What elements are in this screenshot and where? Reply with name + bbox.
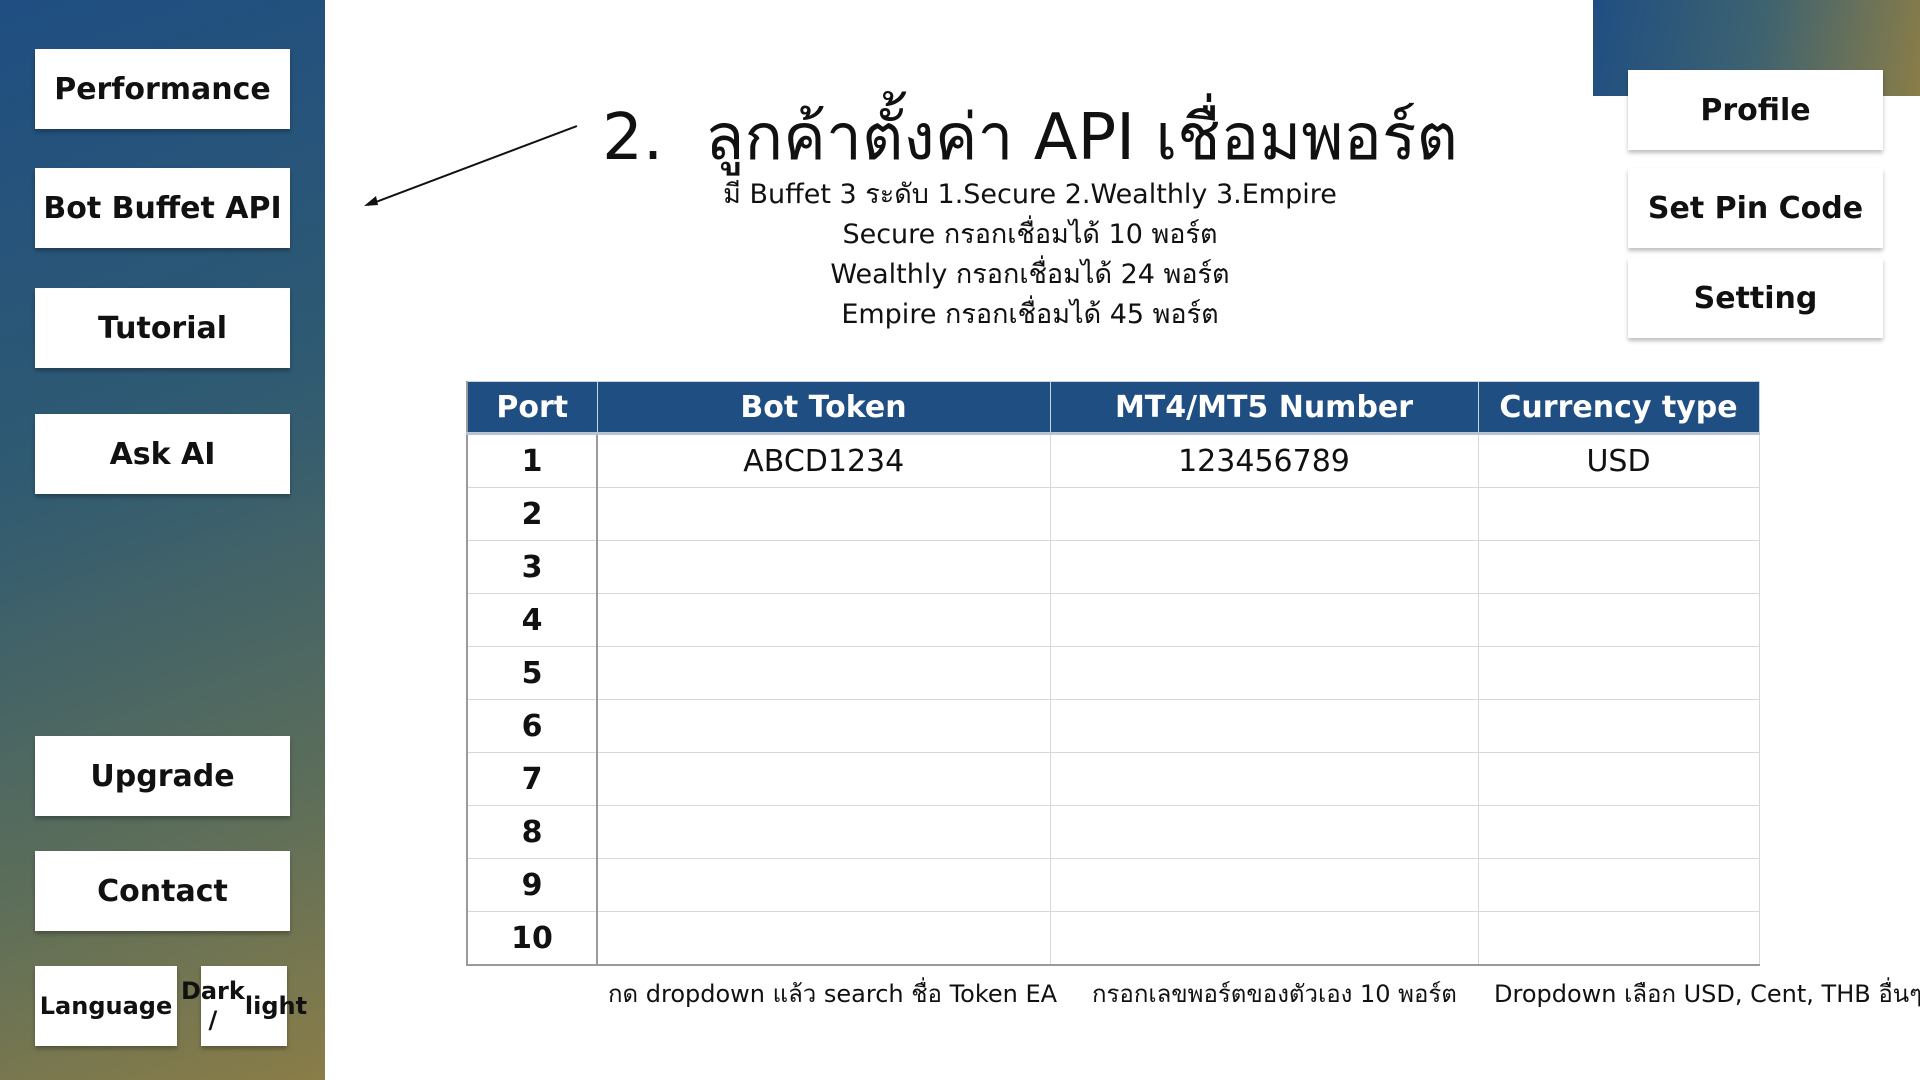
info-line: Secure กรอกเชื่อมได้ 10 พอร์ต: [842, 219, 1218, 250]
bot-token-cell[interactable]: [596, 487, 1051, 541]
theme-toggle-button[interactable]: Dark / light: [181, 966, 307, 1046]
mt-number-cell[interactable]: [1049, 646, 1479, 700]
arrow-left-icon: [364, 125, 578, 206]
bot-token-cell[interactable]: [596, 805, 1051, 859]
theme-label-line2: light: [244, 991, 308, 1020]
tutorial-button[interactable]: Tutorial: [35, 288, 290, 368]
bot-token-cell[interactable]: ABCD1234: [596, 433, 1051, 488]
port-cell: 7: [466, 752, 598, 806]
performance-button[interactable]: Performance: [35, 49, 290, 129]
table-row: 6: [466, 699, 1760, 753]
header-currency-type: Currency type: [1477, 381, 1760, 435]
ask-ai-button[interactable]: Ask AI: [35, 414, 290, 494]
theme-label-line1: Dark /: [180, 977, 245, 1034]
port-cell: 8: [466, 805, 598, 859]
header-mt-number: MT4/MT5 Number: [1049, 381, 1479, 435]
currency-cell[interactable]: [1477, 911, 1760, 966]
port-cell: 3: [466, 540, 598, 594]
page-title: 2. ลูกค้าตั้งค่า API เชื่อมพอร์ต: [560, 86, 1500, 188]
info-line: มี Buffet 3 ระดับ 1.Secure 2.Wealthly 3.…: [723, 179, 1337, 210]
mt-number-cell[interactable]: [1049, 805, 1479, 859]
currency-cell[interactable]: [1477, 805, 1760, 859]
title-text: ลูกค้าตั้งค่า API เชื่อมพอร์ต: [705, 101, 1458, 175]
table-header-row: Port Bot Token MT4/MT5 Number Currency t…: [466, 381, 1760, 435]
port-cell: 9: [466, 858, 598, 912]
bot-token-cell[interactable]: [596, 858, 1051, 912]
currency-cell[interactable]: [1477, 646, 1760, 700]
header-bot-token: Bot Token: [596, 381, 1051, 435]
mt-number-cell[interactable]: [1049, 858, 1479, 912]
table-row: 3: [466, 540, 1760, 594]
table-body: 1 ABCD1234 123456789 USD 2 3 4 5 6 7 8 9 10: [466, 433, 1760, 966]
currency-cell[interactable]: [1477, 858, 1760, 912]
token-note: กด dropdown แล้ว search ชื่อ Token EA: [608, 980, 1058, 1008]
info-line: Wealthly กรอกเชื่อมได้ 24 พอร์ต: [830, 259, 1230, 290]
port-cell: 2: [466, 487, 598, 541]
table-row: 1 ABCD1234 123456789 USD: [466, 433, 1760, 488]
upgrade-button[interactable]: Upgrade: [35, 736, 290, 816]
bot-token-cell[interactable]: [596, 911, 1051, 966]
mt-number-cell[interactable]: [1049, 911, 1479, 966]
port-cell: 5: [466, 646, 598, 700]
header-port: Port: [466, 381, 598, 435]
mt-number-cell[interactable]: [1049, 752, 1479, 806]
port-cell: 1: [466, 433, 598, 488]
bot-token-cell[interactable]: [596, 699, 1051, 753]
port-table: Port Bot Token MT4/MT5 Number Currency t…: [466, 381, 1760, 966]
mt-number-cell[interactable]: [1049, 593, 1479, 647]
currency-cell[interactable]: [1477, 699, 1760, 753]
profile-button[interactable]: Profile: [1628, 70, 1883, 150]
bot-token-cell[interactable]: [596, 593, 1051, 647]
currency-cell[interactable]: [1477, 540, 1760, 594]
table-row: 2: [466, 487, 1760, 541]
contact-button[interactable]: Contact: [35, 851, 290, 931]
port-cell: 10: [466, 911, 598, 966]
mt-number-cell[interactable]: [1049, 699, 1479, 753]
table-row: 8: [466, 805, 1760, 859]
table-row: 5: [466, 646, 1760, 700]
step-number: 2.: [602, 101, 664, 175]
currency-cell[interactable]: [1477, 487, 1760, 541]
mt-number-note: กรอกเลขพอร์ตของตัวเอง 10 พอร์ต: [1092, 980, 1457, 1008]
currency-cell[interactable]: [1477, 752, 1760, 806]
port-cell: 6: [466, 699, 598, 753]
currency-cell[interactable]: [1477, 593, 1760, 647]
bot-token-cell[interactable]: [596, 752, 1051, 806]
set-pin-code-button[interactable]: Set Pin Code: [1628, 168, 1883, 248]
setting-button[interactable]: Setting: [1628, 258, 1883, 338]
table-row: 7: [466, 752, 1760, 806]
bot-token-cell[interactable]: [596, 646, 1051, 700]
bot-buffet-api-button[interactable]: Bot Buffet API: [35, 168, 290, 248]
mt-number-cell[interactable]: [1049, 487, 1479, 541]
mt-number-cell[interactable]: 123456789: [1049, 433, 1479, 488]
table-row: 9: [466, 858, 1760, 912]
buffet-info: มี Buffet 3 ระดับ 1.Secure 2.Wealthly 3.…: [560, 175, 1500, 335]
sidebar: Performance Bot Buffet API Tutorial Ask …: [0, 0, 325, 1080]
currency-cell[interactable]: USD: [1477, 433, 1760, 488]
port-cell: 4: [466, 593, 598, 647]
table-row: 10: [466, 911, 1760, 966]
info-line: Empire กรอกเชื่อมได้ 45 พอร์ต: [841, 299, 1219, 330]
bot-token-cell[interactable]: [596, 540, 1051, 594]
mt-number-cell[interactable]: [1049, 540, 1479, 594]
language-button[interactable]: Language: [35, 966, 177, 1046]
currency-note: Dropdown เลือก USD, Cent, THB อื่นๆ: [1494, 980, 1920, 1008]
page: Performance Bot Buffet API Tutorial Ask …: [0, 0, 1920, 1080]
table-row: 4: [466, 593, 1760, 647]
